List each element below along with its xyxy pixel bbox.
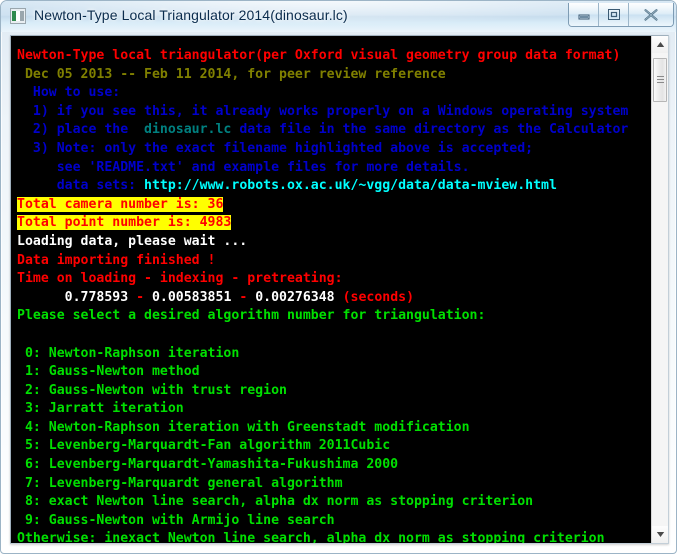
console-run: Total camera number is: 36 xyxy=(17,196,224,212)
console-run: 0.00583851 xyxy=(151,289,240,305)
console-line-algo-otherwise: Otherwise: inexact Newton line search, a… xyxy=(17,530,628,543)
console-line-algo-8: 8: exact Newton line search, alpha dx no… xyxy=(17,493,628,512)
minimize-button[interactable] xyxy=(569,3,599,26)
maximize-button[interactable] xyxy=(599,3,629,26)
console-line-algo-4: 4: Newton-Raphson iteration with Greenst… xyxy=(17,419,628,438)
console-line-algo-5: 5: Levenberg-Marquardt-Fan algorithm 201… xyxy=(17,437,628,456)
console-run: dinosaur.lc xyxy=(136,122,240,138)
scroll-up-arrow[interactable] xyxy=(652,36,668,53)
console-line-algo-6: 6: Levenberg-Marquardt-Yamashita-Fukushi… xyxy=(17,456,628,475)
console-run: 0.00276348 xyxy=(255,289,343,305)
console-run: 5: Levenberg-Marquardt-Fan algorithm 201… xyxy=(17,438,391,454)
chevron-up-icon xyxy=(656,42,664,47)
console-line-import-finished: Data importing finished ! xyxy=(17,252,628,271)
console-run: (seconds) xyxy=(342,289,415,305)
console-line-howto-step-2: 2) place the dinosaur.lc data file in th… xyxy=(17,121,628,140)
console-line-header-title: Newton-Type local triangulator(per Oxfor… xyxy=(17,47,628,66)
console-line-algo-0: 0: Newton-Raphson iteration xyxy=(17,345,628,364)
console-run: data file in the same directory as the C… xyxy=(239,122,629,138)
application-icon xyxy=(10,8,26,24)
console-run: Otherwise: inexact Newton line search, a… xyxy=(17,531,605,543)
console-line-timing-values: 0.778593 - 0.00583851 - 0.00276348 (seco… xyxy=(17,289,628,308)
console-line-loading-status: Loading data, please wait ... xyxy=(17,233,628,252)
console-frame: Newton-Type local triangulator(per Oxfor… xyxy=(10,35,669,544)
console-run: 8: exact Newton line search, alpha dx no… xyxy=(17,494,534,510)
console-run: - xyxy=(136,289,152,305)
terminal-text: Newton-Type local triangulator(per Oxfor… xyxy=(17,47,628,543)
console-run: Please select a desired algorithm number… xyxy=(17,308,486,324)
scroll-thumb[interactable] xyxy=(653,58,667,102)
console-line-algo-9: 9: Gauss-Newton with Armijo line search xyxy=(17,512,628,531)
console-run: 6: Levenberg-Marquardt-Yamashita-Fukushi… xyxy=(17,457,399,473)
console-line-algo-1: 1: Gauss-Newton method xyxy=(17,363,628,382)
console-line-howto-step-1: 1) if you see this, it already works pro… xyxy=(17,103,628,122)
console-run: 0.778593 xyxy=(17,289,137,305)
console-run: 4: Newton-Raphson iteration with Greenst… xyxy=(17,419,470,435)
console-run: 2: Gauss-Newton with trust region xyxy=(17,382,287,398)
console-line-blank-1 xyxy=(17,326,628,345)
console-run: Time on loading - indexing - pretreating… xyxy=(17,271,343,287)
console-run: Total point number is: 4983 xyxy=(17,215,232,231)
caption-button-group xyxy=(568,3,674,27)
client-area: Newton-Type local triangulator(per Oxfor… xyxy=(1,32,676,553)
scroll-down-arrow[interactable] xyxy=(652,526,668,543)
console-run: http://www.robots.ox.ac.uk/~vgg/data/dat… xyxy=(144,178,557,194)
close-icon xyxy=(644,8,658,21)
console-line-howto-heading: How to use: xyxy=(17,84,628,103)
window-title: Newton-Type Local Triangulator 2014(dino… xyxy=(34,7,348,23)
console-run: 3: Jarratt iteration xyxy=(17,401,184,417)
console-run: Dec 05 2013 -- Feb 11 2014, for peer rev… xyxy=(17,66,446,82)
console-run: How to use: xyxy=(17,85,121,101)
console-line-timing-label: Time on loading - indexing - pretreating… xyxy=(17,270,628,289)
console-line-prompt-select: Please select a desired algorithm number… xyxy=(17,307,628,326)
console-line-algo-3: 3: Jarratt iteration xyxy=(17,400,628,419)
chevron-down-icon xyxy=(656,532,664,537)
maximize-icon xyxy=(607,9,620,20)
console-line-algo-7: 7: Levenberg-Marquardt general algorithm xyxy=(17,475,628,494)
console-line-total-point: Total point number is: 4983 xyxy=(17,214,628,233)
console-run: see 'README.txt' and example files for m… xyxy=(17,159,470,175)
console-run: 1) if you see this, it already works pro… xyxy=(17,103,629,119)
icon-block-gray xyxy=(20,11,24,21)
minimize-icon xyxy=(578,14,589,19)
console-run: 7: Levenberg-Marquardt general algorithm xyxy=(17,475,343,491)
console-line-algo-2: 2: Gauss-Newton with trust region xyxy=(17,382,628,401)
console-line-howto-step-3: 3) Note: only the exact filename highlig… xyxy=(17,140,628,159)
console-line-header-dates: Dec 05 2013 -- Feb 11 2014, for peer rev… xyxy=(17,66,628,85)
title-bar[interactable]: Newton-Type Local Triangulator 2014(dino… xyxy=(1,1,676,32)
console-run: 3) Note: only the exact filename highlig… xyxy=(17,140,534,156)
vertical-scrollbar[interactable] xyxy=(651,36,668,543)
scrollbar-track[interactable] xyxy=(652,53,668,526)
console-run: 1: Gauss-Newton method xyxy=(17,364,200,380)
console-run: 9: Gauss-Newton with Armijo line search xyxy=(17,512,335,528)
console-line-total-camera: Total camera number is: 36 xyxy=(17,196,628,215)
console-run: Newton-Type local triangulator(per Oxfor… xyxy=(17,48,621,63)
console-line-howto-readme: see 'README.txt' and example files for m… xyxy=(17,159,628,178)
scroll-thumb-grip xyxy=(657,76,664,85)
close-button[interactable] xyxy=(629,3,673,26)
console-run: data sets: xyxy=(17,178,145,194)
console-run: 0: Newton-Raphson iteration xyxy=(17,345,240,361)
console-run: Loading data, please wait ... xyxy=(17,233,248,249)
console-output[interactable]: Newton-Type local triangulator(per Oxfor… xyxy=(11,36,651,543)
application-window: Newton-Type Local Triangulator 2014(dino… xyxy=(0,0,677,554)
console-run: 2) place the xyxy=(17,122,137,138)
console-run: Data importing finished ! xyxy=(17,252,216,268)
console-run: - xyxy=(239,289,256,305)
console-line-howto-datasets: data sets: http://www.robots.ox.ac.uk/~v… xyxy=(17,177,628,196)
